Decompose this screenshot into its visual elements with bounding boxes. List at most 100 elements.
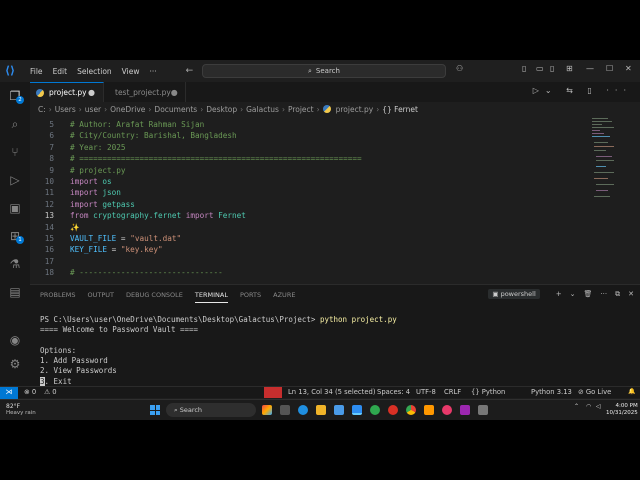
app-icon-purple[interactable]	[460, 405, 470, 415]
docker-icon[interactable]: ▤	[7, 284, 23, 300]
wifi-icon[interactable]: ◠	[586, 403, 591, 410]
editor-scrollbar[interactable]	[626, 116, 636, 284]
search-view-icon[interactable]: ⌕	[7, 116, 23, 132]
language-mode[interactable]: {} Python	[471, 388, 505, 396]
opera-icon[interactable]	[388, 405, 398, 415]
tab-problems[interactable]: PROBLEMS	[40, 291, 75, 303]
editor-actions[interactable]: ▷⌄ ⇆ ▯ ···	[533, 86, 632, 95]
tab-project-py[interactable]: project.py ●	[30, 82, 104, 102]
source-control-icon[interactable]: ⑂	[7, 144, 23, 160]
code-line[interactable]: 11 import json	[30, 188, 590, 199]
code-line[interactable]: 13 from cryptography.fernet import Fernet	[30, 211, 590, 222]
copilot-app-icon[interactable]	[262, 405, 272, 415]
manage-gear-icon[interactable]: ⚙	[7, 356, 23, 372]
taskbar-search[interactable]: ⌕ Search	[166, 403, 256, 417]
customize-layout-icon[interactable]: ⊞	[566, 64, 573, 73]
errors-count[interactable]: ⊗ 0	[24, 388, 36, 396]
app-icon-gray[interactable]	[478, 405, 488, 415]
warnings-count[interactable]: ⚠ 0	[44, 388, 57, 396]
code-line[interactable]: 16 KEY_FILE = "key.key"	[30, 245, 590, 256]
breadcrumb-item[interactable]: Galactus	[246, 105, 279, 114]
new-terminal-button[interactable]: +	[556, 290, 562, 298]
menu-file[interactable]: File	[25, 67, 48, 76]
taskbar-clock[interactable]: 4:00 PM 10/31/2025	[606, 403, 638, 417]
command-center-search[interactable]: ⌕ Search	[202, 64, 446, 78]
tab-azure[interactable]: AZURE	[273, 291, 295, 303]
code-line[interactable]: 9 # project.py	[30, 166, 590, 177]
menu-view[interactable]: View	[117, 67, 145, 76]
unsaved-dot-icon[interactable]: ●	[171, 88, 178, 97]
panel-more-button[interactable]: ···	[600, 290, 607, 298]
maximize-panel-icon[interactable]: ⧉	[615, 290, 620, 299]
maximize-button[interactable]: ☐	[606, 64, 613, 73]
breadcrumb-item[interactable]: project.py	[336, 105, 374, 114]
menu-edit[interactable]: Edit	[48, 67, 73, 76]
python-interpreter[interactable]: Python 3.13	[531, 388, 572, 396]
record-indicator[interactable]	[264, 387, 282, 398]
unsaved-dot-icon[interactable]: ●	[88, 88, 95, 97]
store-icon[interactable]	[334, 405, 344, 415]
menu-selection[interactable]: Selection	[72, 67, 117, 76]
layout-panel-icon[interactable]: ▭	[536, 64, 544, 73]
windows-start-icon[interactable]	[150, 405, 160, 415]
cursor-position[interactable]: Ln 13, Col 34 (5 selected)	[288, 388, 375, 396]
run-debug-icon[interactable]: ▷	[7, 172, 23, 188]
file-explorer-icon[interactable]	[316, 405, 326, 415]
tab-debug-console[interactable]: DEBUG CONSOLE	[126, 291, 183, 303]
close-window-button[interactable]: ✕	[625, 64, 632, 73]
app-icon-green[interactable]	[370, 405, 380, 415]
layout-secondary-icon[interactable]: ▯	[550, 64, 554, 73]
tab-output[interactable]: OUTPUT	[87, 291, 114, 303]
app-icon-pink[interactable]	[442, 405, 452, 415]
menu-more[interactable]: ···	[144, 67, 161, 76]
terminal-shell-selector[interactable]: ▣ powershell	[488, 289, 540, 299]
breadcrumb-item[interactable]: Desktop	[206, 105, 237, 114]
code-line[interactable]: 8 # =====================================…	[30, 154, 590, 165]
code-line[interactable]: 15 VAULT_FILE = "vault.dat"	[30, 234, 590, 245]
code-line[interactable]: 10 import os	[30, 177, 590, 188]
chrome-icon[interactable]	[406, 405, 416, 415]
code-line[interactable]: 12 import getpass	[30, 200, 590, 211]
breadcrumb-item[interactable]: Users	[55, 105, 76, 114]
notifications-bell-icon[interactable]: 🔔	[628, 388, 635, 395]
code-line[interactable]: 18 # -------------------------------	[30, 268, 590, 279]
terminal-dropdown-icon[interactable]: ⌄	[570, 290, 576, 298]
code-line[interactable]: 14 ✨	[30, 223, 590, 234]
line-ending[interactable]: CRLF	[444, 388, 461, 396]
breadcrumb-symbol[interactable]: {} Fernet	[382, 105, 418, 114]
encoding[interactable]: UTF-8	[416, 388, 436, 396]
tab-test-project-py[interactable]: test_project.py ●	[104, 82, 186, 102]
tab-terminal[interactable]: TERMINAL	[194, 291, 228, 303]
copilot-icon[interactable]: ⚇	[456, 64, 463, 73]
testing-icon[interactable]: ⚗	[7, 256, 23, 272]
app-icon-orange[interactable]	[424, 405, 434, 415]
indentation[interactable]: Spaces: 4	[377, 388, 410, 396]
volume-icon[interactable]: ◁	[596, 403, 601, 410]
code-line[interactable]: 5 # Author: Arafat Rahman Sijan	[30, 120, 590, 131]
edge-browser-icon[interactable]	[298, 405, 308, 415]
account-icon[interactable]: ◉	[7, 332, 23, 348]
code-line[interactable]: 6 # City/Country: Barishal, Bangladesh	[30, 131, 590, 142]
minimize-button[interactable]: —	[586, 64, 594, 73]
tab-ports[interactable]: PORTS	[240, 291, 261, 303]
tray-chevron-icon[interactable]: ⌃	[574, 403, 579, 410]
vscode-taskbar-icon[interactable]	[352, 405, 362, 415]
breadcrumb-item[interactable]: Documents	[154, 105, 197, 114]
close-panel-icon[interactable]: ✕	[628, 290, 634, 298]
code-line[interactable]: 17	[30, 257, 590, 268]
breadcrumb-item[interactable]: Project	[288, 105, 314, 114]
copilot-sparkle-icon[interactable]: ✨	[70, 223, 80, 232]
minimap[interactable]	[592, 116, 616, 206]
remote-indicator-icon[interactable]: ⋊	[0, 387, 18, 399]
layout-sidebar-icon[interactable]: ▯	[522, 64, 526, 73]
go-live-button[interactable]: ⊘ Go Live	[578, 388, 611, 396]
breadcrumb-item[interactable]: OneDrive	[110, 105, 145, 114]
task-view-icon[interactable]	[280, 405, 290, 415]
code-editor[interactable]: 5 # Author: Arafat Rahman Sijan 6 # City/Co…	[30, 116, 590, 284]
weather-widget[interactable]: 82°F Heavy rain	[6, 403, 36, 417]
remote-explorer-icon[interactable]: ▣	[7, 200, 23, 216]
code-line[interactable]: 7 # Year: 2025	[30, 143, 590, 154]
terminal-output[interactable]: PS C:\Users\user\OneDrive\Documents\Desk…	[40, 315, 397, 387]
kill-terminal-icon[interactable]: 🗑	[584, 290, 593, 298]
breadcrumb-item[interactable]: user	[85, 105, 101, 114]
